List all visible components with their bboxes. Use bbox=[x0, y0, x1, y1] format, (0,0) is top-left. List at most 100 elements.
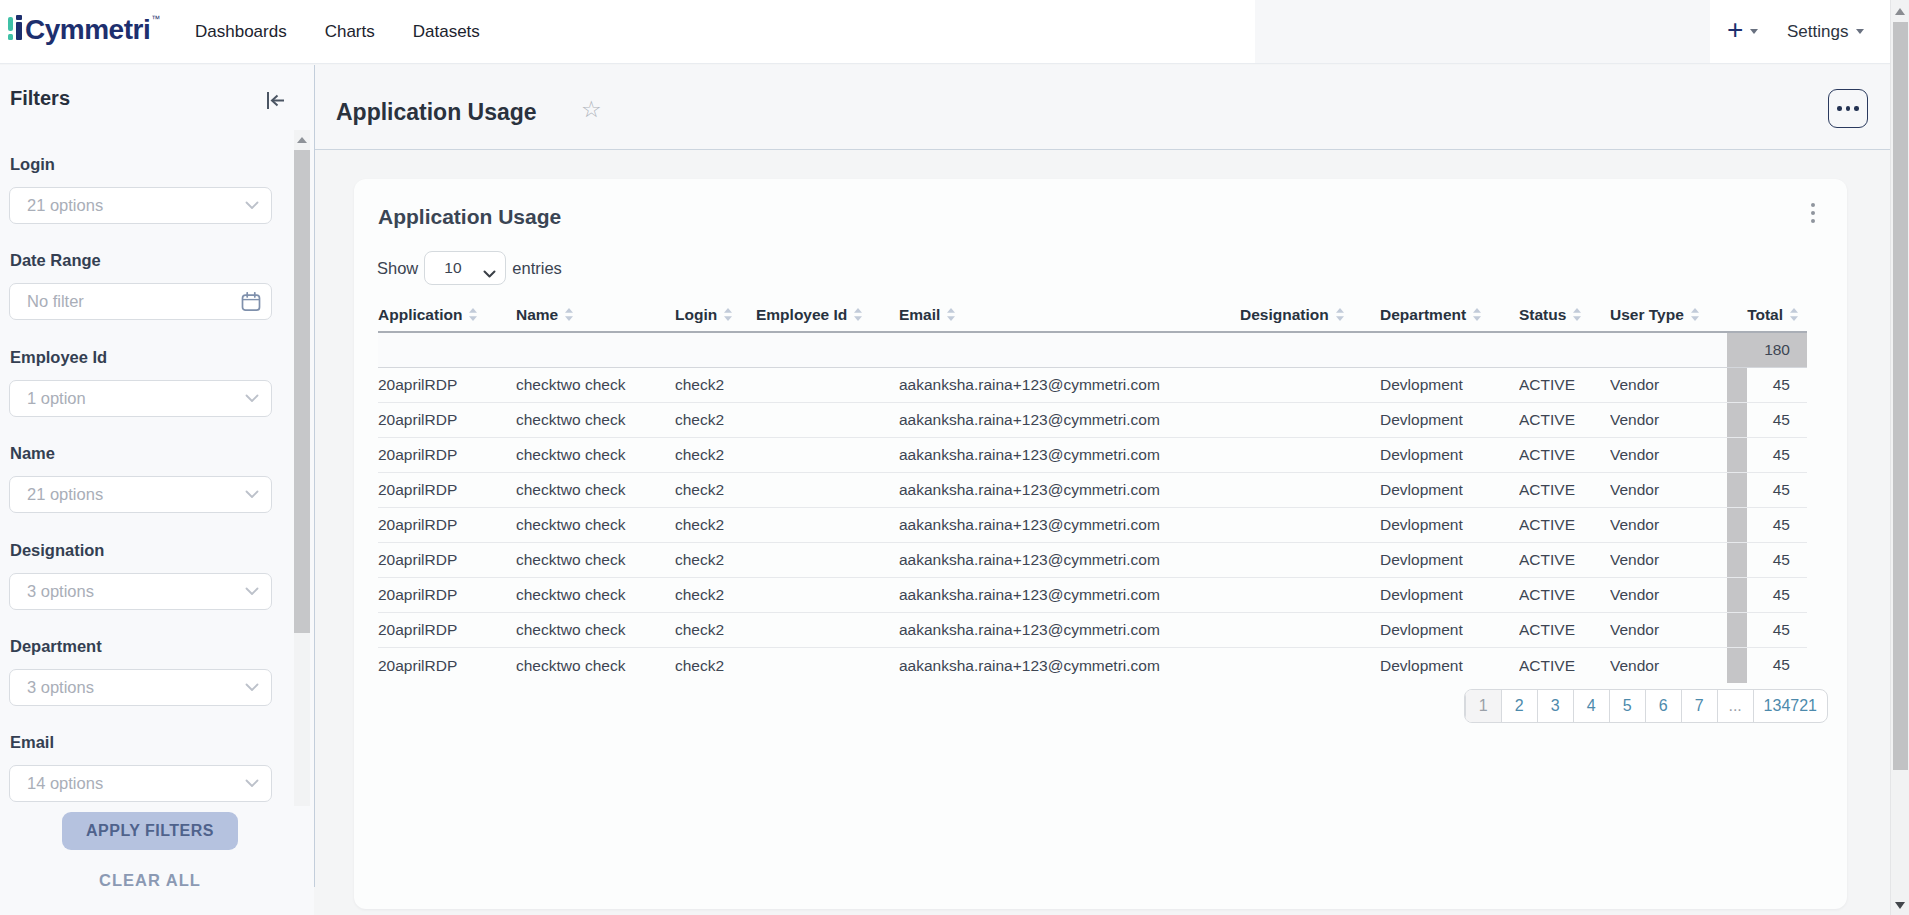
total-cell: 45 bbox=[1727, 613, 1807, 647]
total-cell: 45 bbox=[1727, 403, 1807, 437]
nav-link[interactable]: Charts bbox=[325, 22, 375, 42]
column-header[interactable]: Email bbox=[899, 306, 1240, 324]
column-header[interactable]: Department bbox=[1380, 306, 1519, 324]
chevron-down-icon bbox=[245, 683, 259, 692]
filter-select[interactable]: 3 options bbox=[9, 573, 272, 610]
table-row[interactable]: 20aprilRDP checktwo check check2 aakanks… bbox=[378, 473, 1807, 508]
total-bar bbox=[1727, 613, 1747, 647]
page-size-row: Show 10 entries bbox=[377, 251, 562, 285]
column-header[interactable]: Application bbox=[378, 306, 516, 324]
calendar-icon bbox=[241, 292, 261, 312]
chevron-down-icon bbox=[245, 490, 259, 499]
scroll-down-arrow-icon[interactable] bbox=[1895, 902, 1905, 909]
filter-label: Name bbox=[10, 444, 55, 463]
page-button[interactable]: 3 bbox=[1537, 690, 1573, 722]
filter-select[interactable]: 14 options bbox=[9, 765, 272, 802]
total-bar bbox=[1727, 438, 1747, 472]
page-button[interactable]: ... bbox=[1717, 690, 1753, 722]
filter-placeholder: 3 options bbox=[10, 582, 245, 601]
page-button[interactable]: 2 bbox=[1501, 690, 1537, 722]
add-menu[interactable]: + bbox=[1727, 0, 1758, 63]
filter-select[interactable]: No filter bbox=[9, 283, 272, 320]
page-more-button[interactable] bbox=[1828, 89, 1868, 128]
column-header[interactable]: Total bbox=[1727, 306, 1807, 324]
table-row[interactable]: 20aprilRDP checktwo check check2 aakanks… bbox=[378, 403, 1807, 438]
filter-select[interactable]: 1 option bbox=[9, 380, 272, 417]
page-button[interactable]: 7 bbox=[1681, 690, 1717, 722]
filter-label: Email bbox=[10, 733, 54, 752]
total-cell: 45 bbox=[1727, 578, 1807, 612]
table-row[interactable]: 20aprilRDP checktwo check check2 aakanks… bbox=[378, 438, 1807, 473]
page-button[interactable]: 4 bbox=[1573, 690, 1609, 722]
table-row[interactable]: 20aprilRDP checktwo check check2 aakanks… bbox=[378, 368, 1807, 403]
summary-row: 180 bbox=[378, 333, 1807, 368]
column-header[interactable]: Name bbox=[516, 306, 675, 324]
page-size-select[interactable]: 10 bbox=[424, 251, 506, 285]
nav-link[interactable]: Dashboards bbox=[195, 22, 287, 42]
sidebar-scrollbar-thumb[interactable] bbox=[294, 150, 310, 633]
chevron-down-icon bbox=[245, 587, 259, 596]
widget-menu-icon[interactable] bbox=[1811, 203, 1815, 223]
table-row[interactable]: 20aprilRDP checktwo check check2 aakanks… bbox=[378, 508, 1807, 543]
apply-filters-button[interactable]: APPLY FILTERS bbox=[62, 812, 238, 850]
filter-placeholder: 21 options bbox=[10, 196, 245, 215]
page-button[interactable]: 6 bbox=[1645, 690, 1681, 722]
sort-icon[interactable] bbox=[724, 308, 732, 321]
filter-select[interactable]: 21 options bbox=[9, 476, 272, 513]
nav-link[interactable]: Datasets bbox=[413, 22, 480, 42]
favorite-star-icon[interactable]: ☆ bbox=[581, 96, 602, 123]
sort-icon[interactable] bbox=[1790, 308, 1798, 321]
filter-label: Login bbox=[10, 155, 55, 174]
filter-placeholder: 1 option bbox=[10, 389, 245, 408]
column-header[interactable]: Designation bbox=[1240, 306, 1380, 324]
page-button[interactable]: 1 bbox=[1465, 690, 1501, 722]
filters-title: Filters bbox=[10, 87, 70, 110]
sort-icon[interactable] bbox=[1691, 308, 1699, 321]
settings-menu[interactable]: Settings bbox=[1787, 0, 1864, 63]
chevron-down-icon bbox=[1750, 29, 1758, 34]
sidebar-scrollbar[interactable] bbox=[294, 130, 310, 806]
chevron-down-icon bbox=[1856, 29, 1864, 34]
total-cell: 45 bbox=[1727, 508, 1807, 542]
collapse-sidebar-icon[interactable] bbox=[265, 90, 287, 111]
sort-icon[interactable] bbox=[854, 308, 862, 321]
total-cell: 45 bbox=[1727, 438, 1807, 472]
sort-icon[interactable] bbox=[1473, 308, 1481, 321]
sort-icon[interactable] bbox=[565, 308, 573, 321]
column-header[interactable]: User Type bbox=[1610, 306, 1727, 324]
table-row[interactable]: 20aprilRDP checktwo check check2 aakanks… bbox=[378, 543, 1807, 578]
filter-select[interactable]: 3 options bbox=[9, 669, 272, 706]
clear-all-button[interactable]: CLEAR ALL bbox=[0, 871, 300, 890]
total-cell: 45 bbox=[1727, 368, 1807, 402]
filter-label: Date Range bbox=[10, 251, 101, 270]
pagination: 1234567...134721 bbox=[1464, 689, 1828, 723]
table-header-row: Application Name Login Employee Id Email bbox=[378, 298, 1807, 333]
page-button[interactable]: 134721 bbox=[1753, 690, 1827, 722]
table-row[interactable]: 20aprilRDP checktwo check check2 aakanks… bbox=[378, 578, 1807, 613]
main-scrollbar-thumb[interactable] bbox=[1893, 22, 1908, 770]
table-row[interactable]: 20aprilRDP checktwo check check2 aakanks… bbox=[378, 613, 1807, 648]
sort-icon[interactable] bbox=[1573, 308, 1581, 321]
cymmetri-logo-icon bbox=[8, 15, 25, 45]
summary-total-cell: 180 bbox=[1727, 333, 1807, 367]
total-cell: 45 bbox=[1727, 543, 1807, 577]
scroll-up-arrow-icon[interactable] bbox=[297, 137, 307, 143]
scroll-up-arrow-icon[interactable] bbox=[1895, 8, 1905, 15]
total-cell: 45 bbox=[1727, 648, 1807, 683]
page-button[interactable]: 5 bbox=[1609, 690, 1645, 722]
sort-icon[interactable] bbox=[469, 308, 477, 321]
filter-select[interactable]: 21 options bbox=[9, 187, 272, 224]
sort-icon[interactable] bbox=[1336, 308, 1344, 321]
column-header[interactable]: Status bbox=[1519, 306, 1610, 324]
cymmetri-logo[interactable]: Cymmetri ™ bbox=[8, 12, 160, 52]
main-scrollbar[interactable] bbox=[1890, 0, 1909, 915]
table-row[interactable]: 20aprilRDP checktwo check check2 aakanks… bbox=[378, 648, 1807, 683]
filter-label: Designation bbox=[10, 541, 104, 560]
widget-title: Application Usage bbox=[378, 205, 561, 229]
chevron-down-icon bbox=[245, 201, 259, 210]
column-header[interactable]: Employee Id bbox=[756, 306, 899, 324]
navbar-gray-panel bbox=[1255, 0, 1710, 63]
sort-icon[interactable] bbox=[947, 308, 955, 321]
column-header[interactable]: Login bbox=[675, 306, 756, 324]
page-title: Application Usage bbox=[336, 99, 537, 126]
